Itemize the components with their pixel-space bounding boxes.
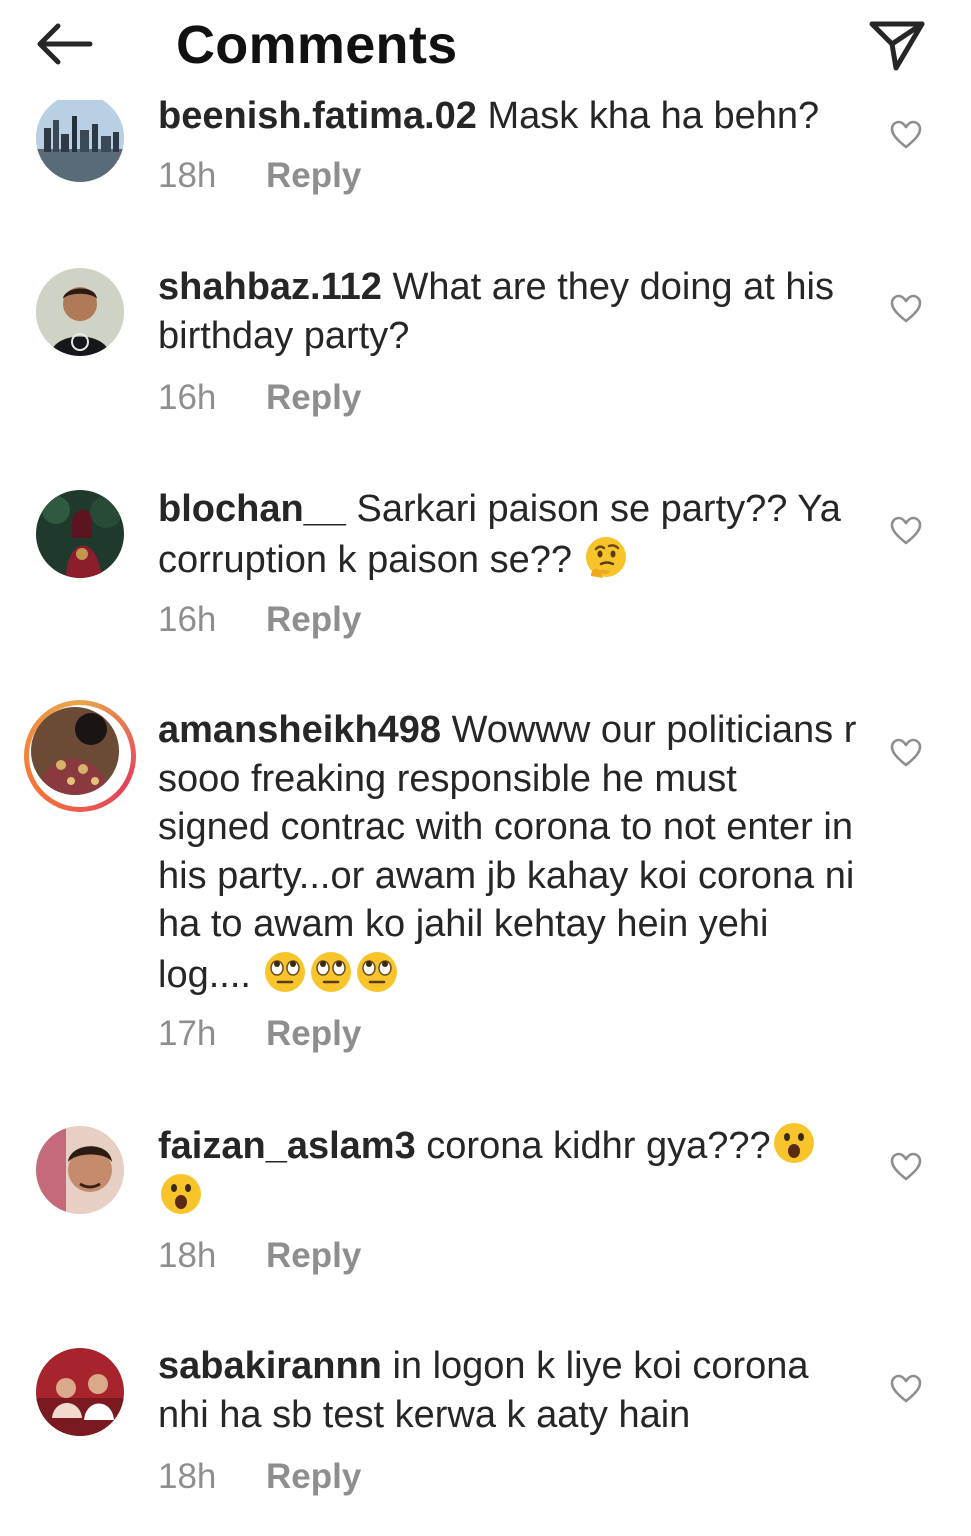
avatar[interactable] [36,1348,124,1436]
avatar[interactable] [36,1126,124,1214]
comment-meta: 18h Reply [158,1457,361,1497]
comment-meta: 18h Reply [158,1236,361,1276]
comment-time: 18h [158,156,217,195]
reply-button[interactable]: Reply [266,1457,361,1496]
rolling-eyes-emoji [310,951,351,992]
page-title: Comments [176,15,458,75]
heart-icon[interactable] [890,738,922,768]
comment-username[interactable]: sabakirannn [158,1345,382,1387]
reply-button[interactable]: Reply [266,378,361,417]
avatar[interactable] [36,490,124,578]
rolling-eyes-emoji [356,951,397,992]
comments-list[interactable]: beenish.fatima.02 Mask kha ha behn? 18h R… [0,0,971,1536]
reply-button[interactable]: Reply [266,1236,361,1275]
heart-icon[interactable] [890,1374,922,1404]
comment-username[interactable]: faizan_aslam3 [158,1125,416,1167]
comment-time: 18h [158,1236,217,1275]
comment-text: amansheikh498 Wowww our politicians r so… [158,706,858,999]
reply-button[interactable]: Reply [266,1014,361,1053]
thinking-face-emoji [585,536,626,578]
comment-username[interactable]: blochan__ [158,488,346,530]
comment-time: 18h [158,1457,217,1496]
open-mouth-emoji [161,1173,201,1214]
comment-text: faizan_aslam3 corona kidhr gya??? [158,1120,858,1221]
avatar[interactable] [36,268,124,356]
heart-icon[interactable] [890,120,922,150]
comment-body: Mask kha ha behn? [487,95,820,137]
comment-username[interactable]: shahbaz.112 [158,266,382,308]
comment-body: corona kidhr gya??? [426,1125,771,1167]
avatar[interactable] [36,94,124,182]
comment-time: 17h [158,1014,217,1053]
avatar[interactable] [31,707,119,795]
heart-icon[interactable] [890,294,922,324]
comment-meta: 18h Reply [158,156,361,196]
comment-text: sabakirannn in logon k liye koi corona n… [158,1342,858,1439]
comment-username[interactable]: beenish.fatima.02 [158,95,477,137]
comment-username[interactable]: amansheikh498 [158,709,441,751]
reply-button[interactable]: Reply [266,600,361,639]
comment-text: blochan__ Sarkari paison se party?? Ya c… [158,485,858,584]
comment-text: shahbaz.112 What are they doing at his b… [158,263,858,360]
rolling-eyes-emoji [264,951,305,992]
comment-time: 16h [158,600,217,639]
comment-meta: 16h Reply [158,600,361,640]
open-mouth-emoji [773,1123,814,1163]
heart-icon[interactable] [890,516,922,546]
reply-button[interactable]: Reply [266,156,361,195]
story-ring[interactable] [24,700,136,812]
comment-time: 16h [158,378,217,417]
send-direct-icon[interactable] [866,16,928,74]
comment-meta: 16h Reply [158,378,361,418]
back-arrow-icon[interactable] [30,18,100,74]
comment-meta: 17h Reply [158,1014,361,1054]
heart-icon[interactable] [890,1152,922,1182]
top-bar: Comments [0,0,971,100]
